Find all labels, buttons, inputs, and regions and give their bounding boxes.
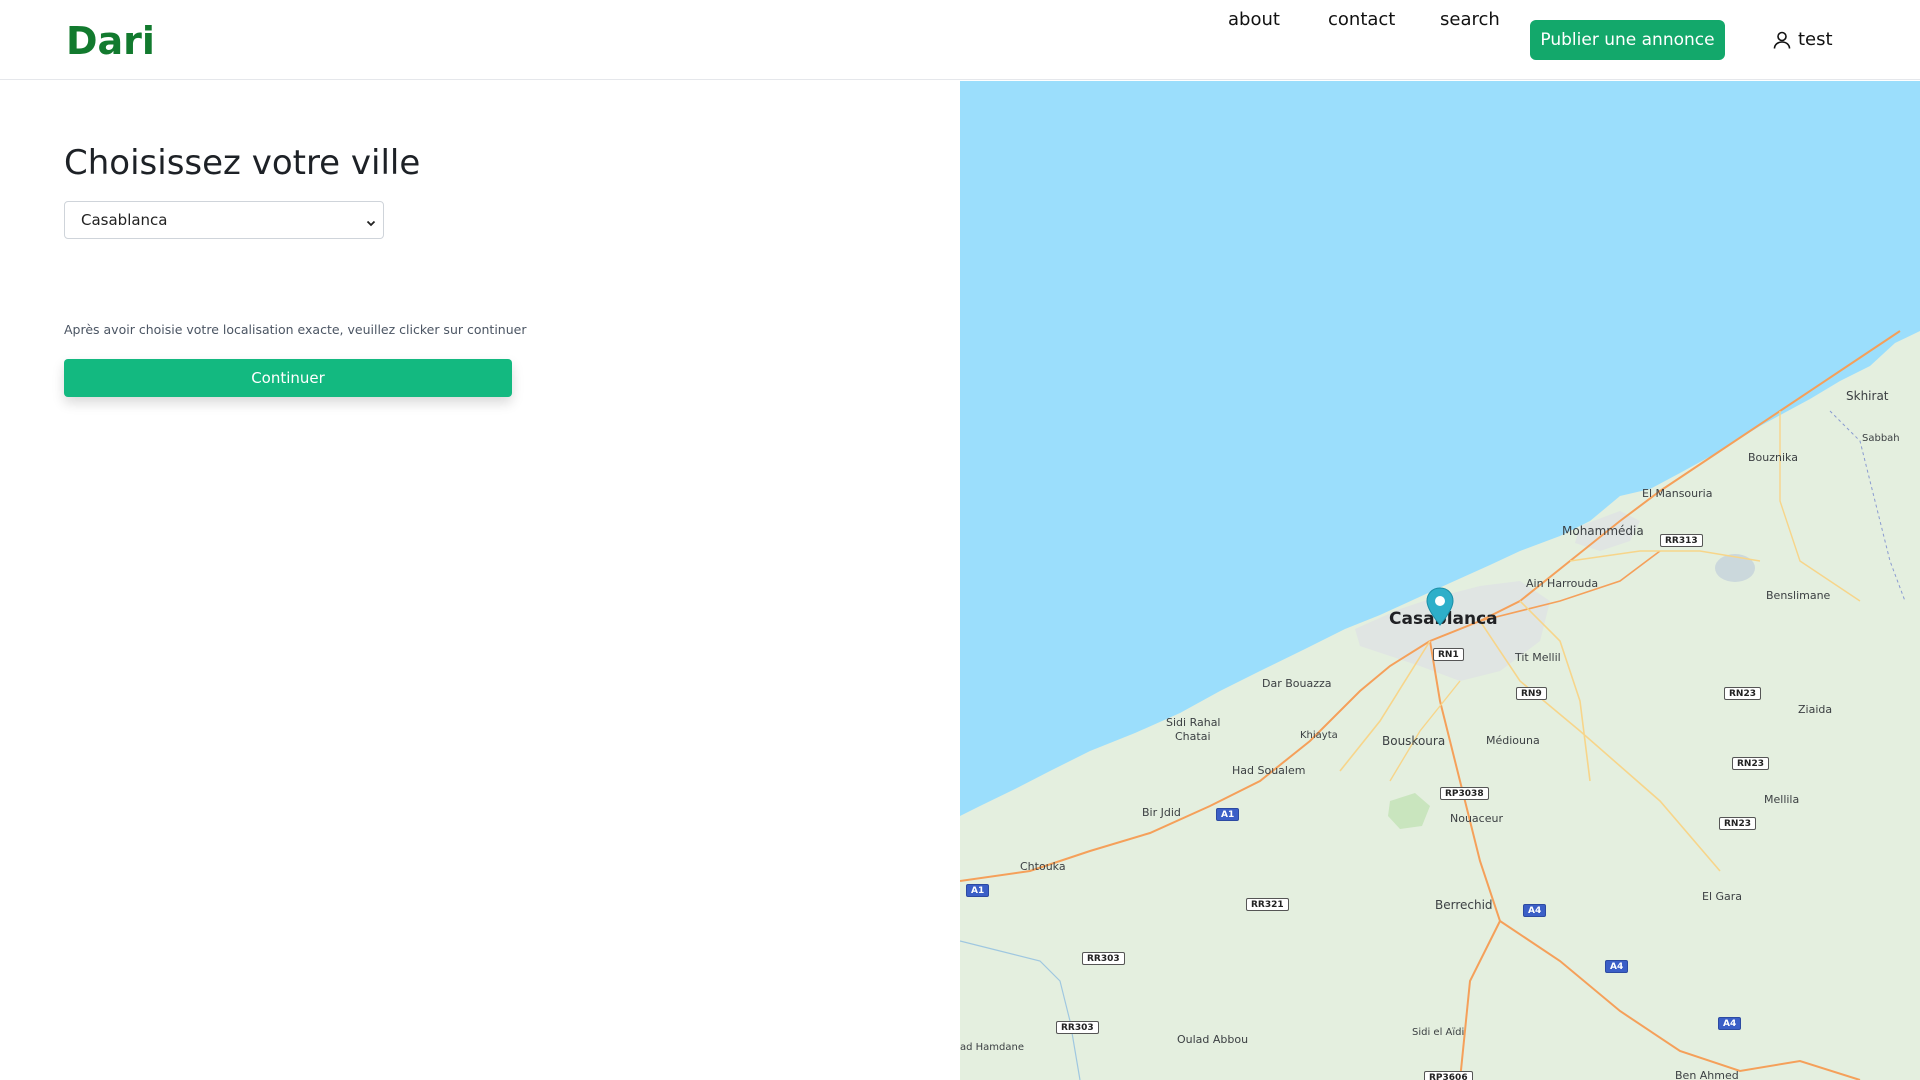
nav-about-link[interactable]: about (1228, 0, 1280, 40)
map-label-el-mansouria: El Mansouria (1642, 487, 1713, 500)
nav-search-link[interactable]: search (1440, 0, 1500, 40)
road-shield-a4: A4 (1718, 1017, 1742, 1030)
map-pin-icon[interactable] (1425, 587, 1455, 631)
map-label-chtouka: Chtouka (1020, 860, 1066, 873)
city-select[interactable]: Casablanca (64, 201, 384, 239)
road-shield-a1: A1 (966, 884, 990, 897)
user-icon (1772, 30, 1792, 50)
map-label-ain-harrouda: Ain Harrouda (1526, 577, 1599, 590)
road-shield-rr313: RR313 (1660, 534, 1703, 547)
map-label-khiayta: Khiayta (1300, 730, 1338, 741)
road-shield-rr303: RR303 (1082, 952, 1125, 965)
map-label-bouznika: Bouznika (1748, 451, 1798, 464)
map-label-sidi-rahal: Sidi Rahal (1166, 716, 1221, 729)
road-shield-a4: A4 (1523, 904, 1547, 917)
road-shield-rn23: RN23 (1732, 757, 1769, 770)
road-shield-rn9: RN9 (1516, 687, 1547, 700)
road-shield-rr303: RR303 (1056, 1021, 1099, 1034)
continue-button[interactable]: Continuer (64, 359, 512, 397)
nav-contact-link[interactable]: contact (1328, 0, 1395, 40)
map-label-skhirat: Skhirat (1846, 389, 1889, 403)
map-label-chatai: Chatai (1175, 730, 1211, 743)
map-label-ad-hamdane: ad Hamdane (960, 1042, 1025, 1053)
map-label-el-gara: El Gara (1702, 890, 1743, 903)
map-label-had-soualem: Had Soualem (1232, 764, 1306, 777)
chevron-down-icon (365, 214, 377, 233)
map-label-oulad-abbou: Oulad Abbou (1177, 1033, 1249, 1046)
map-view[interactable]: Casablanca Skhirat Sabbah Bouznika El Ma… (960, 81, 1920, 1080)
road-shield-rr321: RR321 (1246, 898, 1289, 911)
map-label-mediouna: Médiouna (1486, 734, 1540, 747)
map-label-tit-mellil: Tit Mellil (1515, 651, 1561, 664)
road-shield-a4: A4 (1605, 960, 1629, 973)
map-label-mohammedia: Mohammédia (1562, 524, 1644, 538)
publish-listing-button[interactable]: Publier une annonce (1530, 20, 1725, 60)
location-hint: Après avoir choisie votre localisation e… (64, 322, 527, 337)
road-shield-rp3606: RP3606 (1424, 1071, 1473, 1080)
road-shield-rn23: RN23 (1724, 687, 1761, 700)
map-label-benslimane: Benslimane (1766, 589, 1831, 602)
dari-logo[interactable]: Dari (66, 18, 155, 64)
map-base (960, 81, 1920, 1080)
user-name: test (1798, 29, 1833, 50)
map-label-ziaida: Ziaida (1798, 703, 1833, 716)
map-label-nouaceur: Nouaceur (1450, 812, 1503, 825)
map-label-ben-ahmed: Ben Ahmed (1675, 1069, 1739, 1080)
road-shield-rn1: RN1 (1433, 648, 1464, 661)
top-navbar: Dari about contact search Publier une an… (0, 0, 1920, 80)
road-shield-rp3038: RP3038 (1440, 787, 1489, 800)
map-label-berrechid: Berrechid (1435, 898, 1493, 912)
map-label-sabbah: Sabbah (1862, 433, 1900, 444)
page-title: Choisissez votre ville (64, 143, 421, 183)
map-label-bir-jdid: Bir Jdid (1142, 806, 1181, 819)
map-label-dar-bouazza: Dar Bouazza (1262, 677, 1332, 690)
road-shield-rn23: RN23 (1719, 817, 1756, 830)
map-label-bouskoura: Bouskoura (1382, 734, 1446, 748)
map-label-mellila: Mellila (1764, 793, 1800, 806)
road-shield-a1: A1 (1216, 808, 1240, 821)
city-selection-panel: Choisissez votre ville Casablanca Après … (0, 81, 960, 1080)
city-select-value: Casablanca (81, 211, 168, 229)
user-menu[interactable]: test (1772, 20, 1833, 60)
map-label-sidi-el-aidi: Sidi el Aïdi (1412, 1027, 1465, 1038)
